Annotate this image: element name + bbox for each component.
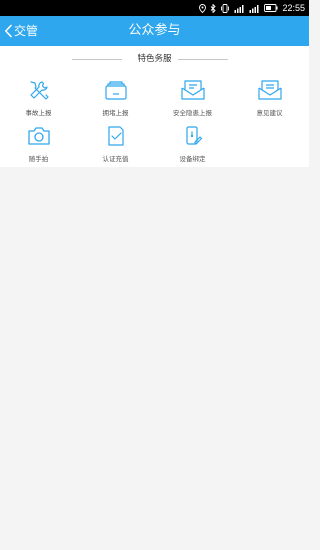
bluetooth-icon [210,3,217,13]
service-snapshot[interactable]: 随手拍 [0,120,77,166]
signal-4g-icon [234,4,245,13]
service-accident-report[interactable]: 事故上报 [0,74,77,120]
service-label: 设备绑定 [179,155,206,163]
back-label: 交管 [14,24,39,38]
signal-icon [249,4,260,13]
camera-icon [26,124,52,148]
page-title: 公众参与 [128,23,181,38]
status-icons: 22:55 [199,2,305,14]
service-hazard-report[interactable]: 安全隐患上报 [154,74,231,120]
service-verify-recharge[interactable]: 认证充值 [77,120,154,166]
device-bind-icon [180,124,206,148]
service-congestion-report[interactable]: 拥堵上报 [77,74,154,120]
chevron-left-icon [4,24,14,38]
services-panel: 特色务服 事故上报 拥堵上报 安全隐患上报 意见建议 随手拍 认证充值 设备绑定 [0,46,309,167]
location-icon [199,3,207,13]
service-label: 拥堵上报 [102,109,129,117]
status-time: 22:55 [282,3,305,13]
battery-icon [264,4,279,12]
envelope-icon [257,78,283,102]
status-bar: 22:55 [0,0,309,16]
divider-right [178,59,228,60]
service-suggestions[interactable]: 意见建议 [231,74,308,120]
mail-icon [180,78,206,102]
service-label: 意见建议 [256,109,283,117]
verified-doc-icon [103,124,129,148]
service-label: 安全隐患上报 [173,109,212,117]
tools-icon [26,78,52,102]
service-label: 事故上报 [25,109,52,117]
nav-bar: 交管 公众参与 [0,16,309,46]
service-grid: 事故上报 拥堵上报 安全隐患上报 意见建议 随手拍 认证充值 设备绑定 [0,74,309,167]
section-header: 特色务服 [0,46,309,74]
section-title: 特色务服 [137,54,172,64]
service-label: 随手拍 [28,155,49,163]
vibrate-icon [220,3,230,13]
back-button[interactable]: 交管 [4,16,38,46]
service-device-binding[interactable]: 设备绑定 [154,120,231,166]
service-label: 认证充值 [102,155,129,163]
layers-icon [103,78,129,102]
